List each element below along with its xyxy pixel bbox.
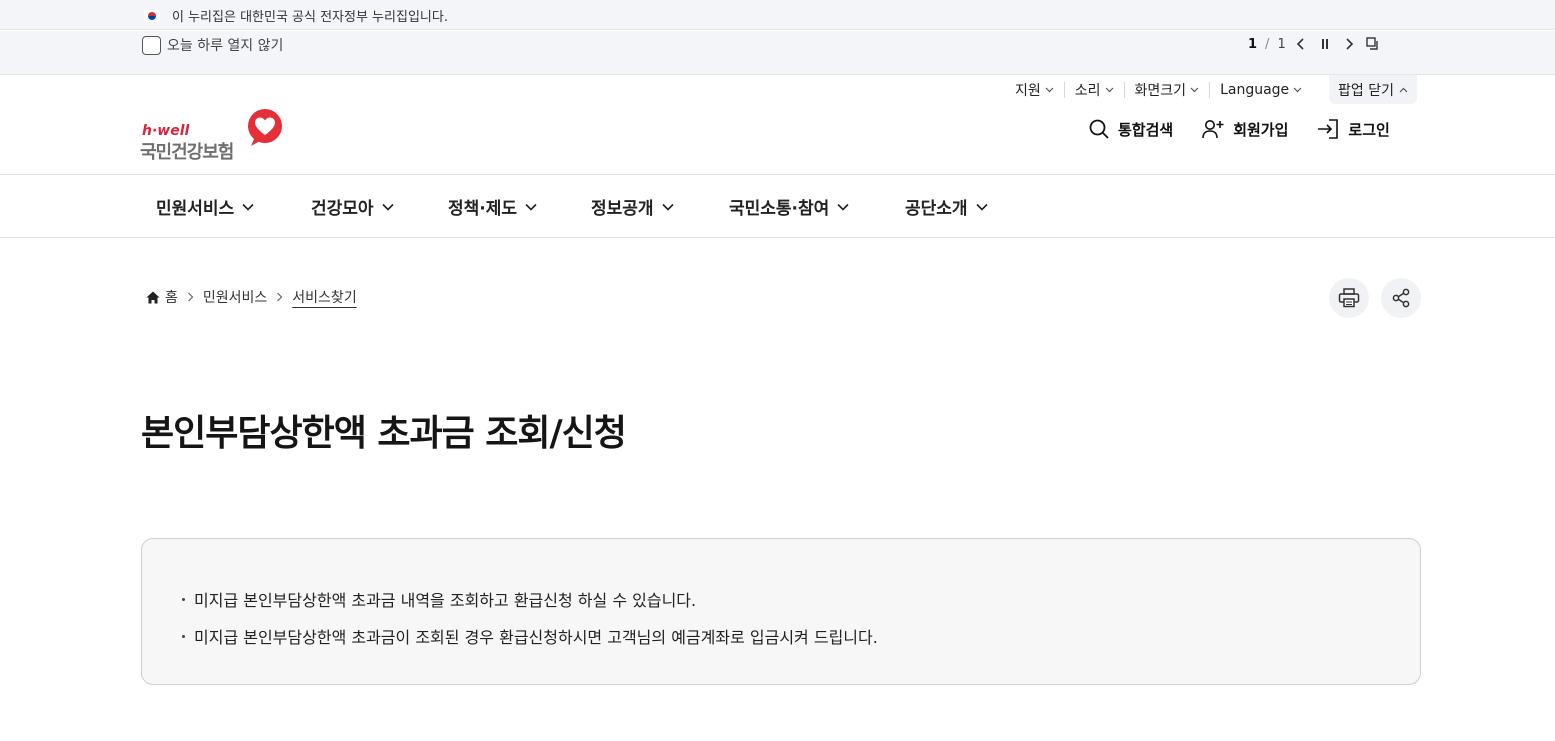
chevron-left-icon bbox=[1296, 38, 1304, 50]
signup-label: 회원가입 bbox=[1233, 120, 1289, 139]
breadcrumb-civil-service[interactable]: 민원서비스 bbox=[203, 287, 267, 307]
util-sound-label: 소리 bbox=[1074, 83, 1101, 99]
breadcrumb-current[interactable]: 서비스찾기 bbox=[292, 287, 356, 307]
next-popup-button[interactable] bbox=[1340, 35, 1358, 53]
chevron-right-icon bbox=[276, 292, 283, 302]
info-item: 미지급 본인부담상한액 초과금이 조회된 경우 환급신청하시면 고객님의 예금계… bbox=[180, 619, 878, 656]
prev-popup-button[interactable] bbox=[1292, 35, 1310, 53]
chevron-down-icon bbox=[1190, 87, 1199, 93]
nhis-logo[interactable]: h·well 국민건강보험 bbox=[140, 108, 290, 163]
login-button[interactable]: 로그인 bbox=[1316, 118, 1390, 140]
info-list: 미지급 본인부담상한액 초과금 내역을 조회하고 환급신청 하실 수 있습니다.… bbox=[180, 582, 878, 656]
breadcrumb-home[interactable]: 홈 bbox=[165, 287, 178, 307]
heart-logo-icon bbox=[248, 109, 282, 146]
gnb-item-policy[interactable]: 정책·제도 bbox=[448, 194, 537, 219]
logo-main-text: 국민건강보험 bbox=[140, 142, 234, 163]
popup-pager: 1 / 1 bbox=[1248, 35, 1382, 53]
gnb-item-label: 정보공개 bbox=[591, 199, 654, 219]
logo-sub-text: h·well bbox=[142, 123, 190, 139]
gnb-item-about[interactable]: 공단소개 bbox=[905, 194, 988, 219]
add-user-icon bbox=[1202, 120, 1224, 139]
gnb-item-disclosure[interactable]: 정보공개 bbox=[591, 194, 674, 219]
chevron-down-icon bbox=[525, 203, 537, 211]
dismiss-today-checkbox[interactable]: 오늘 하루 열지 않기 bbox=[142, 35, 283, 55]
info-item: 미지급 본인부담상한액 초과금 내역을 조회하고 환급신청 하실 수 있습니다. bbox=[180, 582, 878, 619]
print-icon bbox=[1338, 288, 1360, 308]
integrated-search-button[interactable]: 통합검색 bbox=[1088, 118, 1173, 140]
chevron-down-icon bbox=[381, 203, 394, 211]
login-icon bbox=[1318, 119, 1339, 139]
util-support-label: 지원 bbox=[1015, 83, 1041, 99]
gnb-item-health-moa[interactable]: 건강모아 bbox=[311, 194, 394, 219]
chevron-down-icon bbox=[242, 203, 254, 211]
chevron-down-icon bbox=[1105, 87, 1113, 93]
info-box: 미지급 본인부담상한액 초과금 내역을 조회하고 환급신청 하실 수 있습니다.… bbox=[141, 538, 1421, 685]
util-language[interactable]: Language bbox=[1209, 82, 1312, 98]
chevron-right-icon bbox=[1346, 38, 1353, 50]
dismiss-today-label: 오늘 하루 열지 않기 bbox=[167, 38, 284, 54]
util-support[interactable]: 지원 bbox=[1005, 82, 1064, 99]
chevron-down-icon bbox=[661, 203, 674, 211]
popup-page-total: 1 bbox=[1277, 36, 1286, 52]
popup-close-label: 팝업 닫기 bbox=[1338, 82, 1394, 99]
pause-icon bbox=[1321, 39, 1328, 49]
gov-banner-text: 이 누리집은 대한민국 공식 전자정부 누리집입니다. bbox=[172, 10, 448, 25]
print-button[interactable] bbox=[1329, 278, 1369, 318]
popup-close-button[interactable]: 팝업 닫기 bbox=[1329, 75, 1417, 104]
korean-flag-icon bbox=[144, 9, 160, 22]
signup-button[interactable]: 회원가입 bbox=[1201, 118, 1288, 140]
popup-zone: 오늘 하루 열지 않기 1 / 1 bbox=[0, 31, 1555, 75]
global-navigation: 민원서비스 건강모아 정책·제도 정보공개 국민소통·참여 공단소개 bbox=[0, 174, 1555, 238]
chevron-right-icon bbox=[187, 292, 194, 302]
util-screen-size[interactable]: 화면크기 bbox=[1123, 82, 1210, 99]
popup-list-icon bbox=[1366, 37, 1378, 50]
util-screen-size-label: 화면크기 bbox=[1134, 83, 1187, 99]
header-actions: 통합검색 회원가입 로그인 bbox=[1088, 118, 1390, 140]
chevron-down-icon bbox=[837, 203, 849, 211]
popup-page-current: 1 bbox=[1248, 36, 1258, 52]
gnb-item-label: 건강모아 bbox=[311, 199, 374, 219]
gnb-item-label: 정책·제도 bbox=[448, 199, 518, 219]
page-title: 본인부담상한액 초과금 조회/신청 bbox=[141, 413, 627, 454]
chevron-down-icon bbox=[1293, 87, 1302, 93]
pause-popup-button[interactable] bbox=[1316, 35, 1334, 53]
gov-banner: 이 누리집은 대한민국 공식 전자정부 누리집입니다. bbox=[0, 0, 1555, 30]
breadcrumb: 홈 민원서비스 서비스찾기 bbox=[146, 287, 357, 307]
chevron-down-icon bbox=[1045, 87, 1054, 93]
gnb-item-participation[interactable]: 국민소통·참여 bbox=[729, 194, 849, 219]
gnb-item-civil-service[interactable]: 민원서비스 bbox=[156, 194, 254, 219]
share-icon bbox=[1392, 288, 1410, 308]
login-label: 로그인 bbox=[1348, 120, 1390, 139]
util-language-label: Language bbox=[1220, 82, 1290, 98]
view-all-popups-button[interactable] bbox=[1364, 35, 1382, 53]
chevron-up-icon bbox=[1399, 87, 1408, 92]
checkbox-box[interactable] bbox=[142, 35, 161, 55]
share-button[interactable] bbox=[1381, 278, 1421, 318]
search-icon bbox=[1089, 119, 1109, 139]
util-sound[interactable]: 소리 bbox=[1063, 82, 1124, 99]
gnb-item-label: 국민소통·참여 bbox=[729, 199, 830, 219]
popup-page-separator: / bbox=[1265, 36, 1270, 52]
gnb-item-label: 민원서비스 bbox=[156, 199, 235, 219]
chevron-down-icon bbox=[975, 203, 988, 211]
integrated-search-label: 통합검색 bbox=[1118, 120, 1174, 139]
gnb-item-label: 공단소개 bbox=[905, 199, 968, 219]
home-icon bbox=[146, 291, 160, 303]
utility-menu: 지원 소리 화면크기 Language bbox=[1005, 75, 1312, 105]
